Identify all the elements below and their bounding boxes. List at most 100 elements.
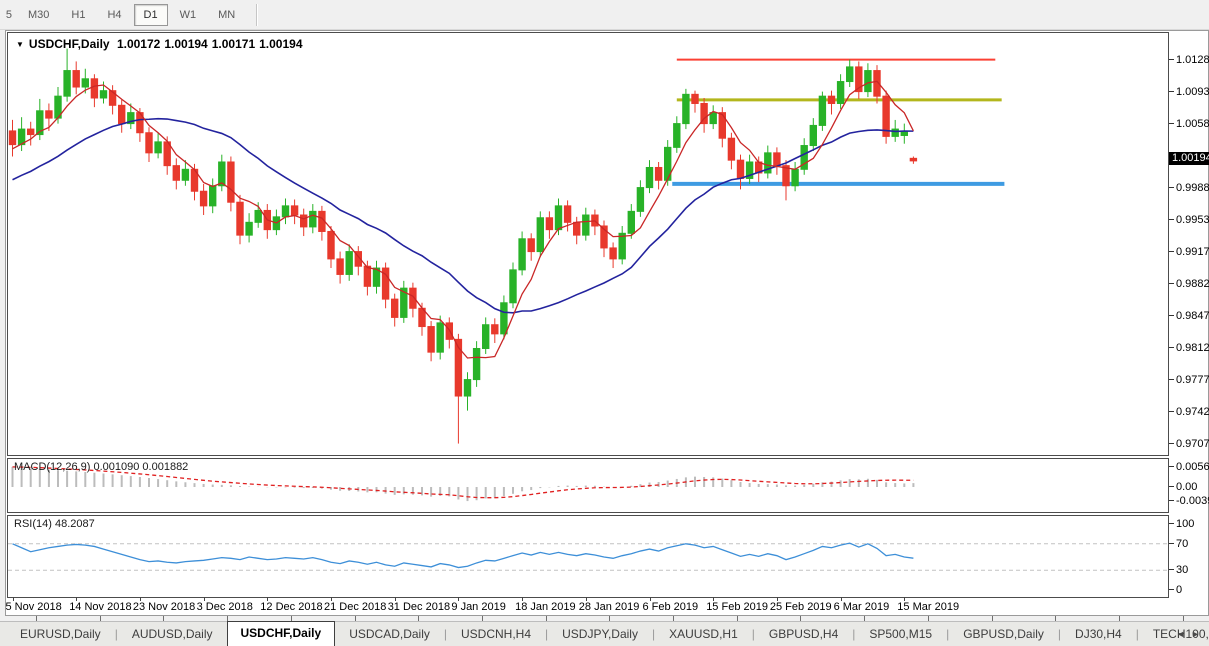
axis-minor-tick	[737, 616, 738, 621]
axis-minor-tick	[928, 616, 929, 621]
date-label: 5 Nov 2018	[6, 601, 62, 613]
symbol-label: USDCHF,Daily	[29, 37, 110, 51]
macd-tick-label: 0.00	[1176, 481, 1197, 493]
current-price-label: 1.00194	[1169, 152, 1209, 165]
date-label: 25 Feb 2019	[770, 601, 832, 613]
ohlc-high: 1.00194	[164, 37, 207, 51]
macd-tick-label-tick	[1169, 486, 1174, 487]
chart-tab-usdjpy-daily[interactable]: USDJPY,Daily	[548, 623, 652, 646]
price-tick-label-tick	[1169, 283, 1174, 284]
chart-tabs: EURUSD,Daily|AUDUSD,DailyUSDCHF,DailyUSD…	[6, 623, 1209, 646]
rsi-tick-label: 0	[1176, 584, 1182, 596]
axis-minor-tick	[418, 616, 419, 621]
timeframe-button-M30[interactable]: M30	[18, 4, 59, 26]
chart-tab-usdcad-daily[interactable]: USDCAD,Daily	[335, 623, 444, 646]
chart-tabs-bar: EURUSD,Daily|AUDUSD,DailyUSDCHF,DailyUSD…	[0, 621, 1209, 646]
price-tick-label-tick	[1169, 347, 1174, 348]
macd-panel[interactable]: MACD(12,26,9) 0.001090 0.001882	[7, 458, 1169, 513]
date-label: 15 Mar 2019	[897, 601, 959, 613]
price-tick-label: 1.00930	[1176, 86, 1209, 98]
axis-minor-tick	[1183, 616, 1184, 621]
price-tick-label: 0.99170	[1176, 246, 1209, 258]
axis-minor-tick	[1055, 616, 1056, 621]
price-tick-label-tick	[1169, 251, 1174, 252]
chart-tab-xauusd-h1[interactable]: XAUUSD,H1	[655, 623, 752, 646]
axis-minor-tick	[673, 616, 674, 621]
ohlc-low: 1.00171	[212, 37, 255, 51]
timeframe-button-MN[interactable]: MN	[208, 4, 245, 26]
date-label: 23 Nov 2018	[133, 601, 195, 613]
rsi-tick-label: 30	[1176, 564, 1188, 576]
chart-tab-gbpusd-daily[interactable]: GBPUSD,Daily	[949, 623, 1058, 646]
price-tick-label: 0.97770	[1176, 374, 1209, 386]
price-tick-label: 0.98820	[1176, 278, 1209, 290]
price-tick-label: 0.97070	[1176, 438, 1209, 450]
symbol-dropdown-icon[interactable]: ▼	[16, 40, 24, 49]
axis-minor-tick	[864, 616, 865, 621]
price-tick-label-tick	[1169, 411, 1174, 412]
price-tick-label-tick	[1169, 219, 1174, 220]
ohlc-close: 1.00194	[259, 37, 302, 51]
ohlc-open: 1.00172	[117, 37, 160, 51]
date-label: 9 Jan 2019	[451, 601, 505, 613]
candlestick-chart[interactable]	[8, 33, 1168, 455]
chart-tab-gbpusd-h4[interactable]: GBPUSD,H4	[755, 623, 852, 646]
price-tick-label-tick	[1169, 187, 1174, 188]
macd-label: MACD(12,26,9) 0.001090 0.001882	[14, 461, 188, 473]
rsi-panel[interactable]: RSI(14) 48.2087	[7, 515, 1169, 598]
timeframe-button-D1[interactable]: D1	[134, 4, 168, 26]
axis-minor-tick	[291, 616, 292, 621]
price-tick-label-tick	[1169, 379, 1174, 380]
rsi-tick-label-tick	[1169, 543, 1174, 544]
chart-tab-dj30-h4[interactable]: DJ30,H4	[1061, 623, 1136, 646]
date-label: 3 Dec 2018	[197, 601, 253, 613]
price-tick-label-tick	[1169, 315, 1174, 316]
price-tick-label-tick	[1169, 59, 1174, 60]
timeframe-button-5[interactable]: 5	[0, 4, 16, 26]
price-tick-label-tick	[1169, 443, 1174, 444]
axis-minor-tick	[36, 616, 37, 621]
tabs-scroll-arrows: ◄►	[1176, 629, 1206, 639]
date-label: 12 Dec 2018	[260, 601, 322, 613]
date-label: 28 Jan 2019	[579, 601, 640, 613]
axis-minor-tick	[482, 616, 483, 621]
rsi-label: RSI(14) 48.2087	[14, 518, 95, 530]
chart-header: ▼ USDCHF,Daily 1.00172 1.00194 1.00171 1.001…	[16, 37, 307, 51]
rsi-tick-label: 100	[1176, 518, 1194, 530]
chart-tab-sp500-m15[interactable]: SP500,M15	[855, 623, 946, 646]
price-chart-panel[interactable]: ▼ USDCHF,Daily 1.00172 1.00194 1.00171 1.001…	[7, 32, 1169, 456]
chart-tab-usdcnh-h4[interactable]: USDCNH,H4	[447, 623, 545, 646]
date-label: 31 Dec 2018	[388, 601, 450, 613]
date-label: 6 Feb 2019	[643, 601, 699, 613]
axis-minor-tick	[1119, 616, 1120, 621]
tabs-scroll-right-icon[interactable]: ►	[1191, 629, 1206, 639]
rsi-chart[interactable]	[8, 516, 1168, 597]
rsi-tick-label-tick	[1169, 569, 1174, 570]
timeframe-button-W1[interactable]: W1	[170, 4, 207, 26]
price-tick-label: 0.99530	[1176, 214, 1209, 226]
timeframe-button-H4[interactable]: H4	[97, 4, 131, 26]
macd-tick-label-tick	[1169, 500, 1174, 501]
toolbar-separator	[256, 4, 258, 26]
axis-minor-tick	[227, 616, 228, 621]
chart-tab-audusd-daily[interactable]: AUDUSD,Daily	[118, 623, 227, 646]
price-tick-label: 0.98470	[1176, 310, 1209, 322]
chart-tab-usdchf-daily[interactable]: USDCHF,Daily	[227, 621, 336, 646]
price-tick-label: 0.97420	[1176, 406, 1209, 418]
tabs-scroll-left-icon[interactable]: ◄	[1176, 629, 1191, 639]
date-axis[interactable]: 5 Nov 2018 14 Nov 201823 Nov 20183 Dec 20…	[6, 601, 1168, 615]
rsi-tick-label: 70	[1176, 538, 1188, 550]
axis-minor-tick	[609, 616, 610, 621]
price-tick-label: 0.98120	[1176, 342, 1209, 354]
timeframe-button-H1[interactable]: H1	[61, 4, 95, 26]
chart-tab-eurusd-daily[interactable]: EURUSD,Daily	[6, 623, 115, 646]
price-axis[interactable]: 1.012801.009301.005800.998800.995300.991…	[1169, 31, 1208, 597]
macd-tick-label-tick	[1169, 466, 1174, 467]
date-label: 14 Nov 2018	[69, 601, 131, 613]
timeframe-toolbar: 5M30H1H4D1W1MN	[0, 0, 1209, 30]
price-tick-label-tick	[1169, 91, 1174, 92]
date-label: 21 Dec 2018	[324, 601, 386, 613]
axis-minor-tick	[100, 616, 101, 621]
axis-minor-tick	[800, 616, 801, 621]
price-tick-label: 0.99880	[1176, 182, 1209, 194]
